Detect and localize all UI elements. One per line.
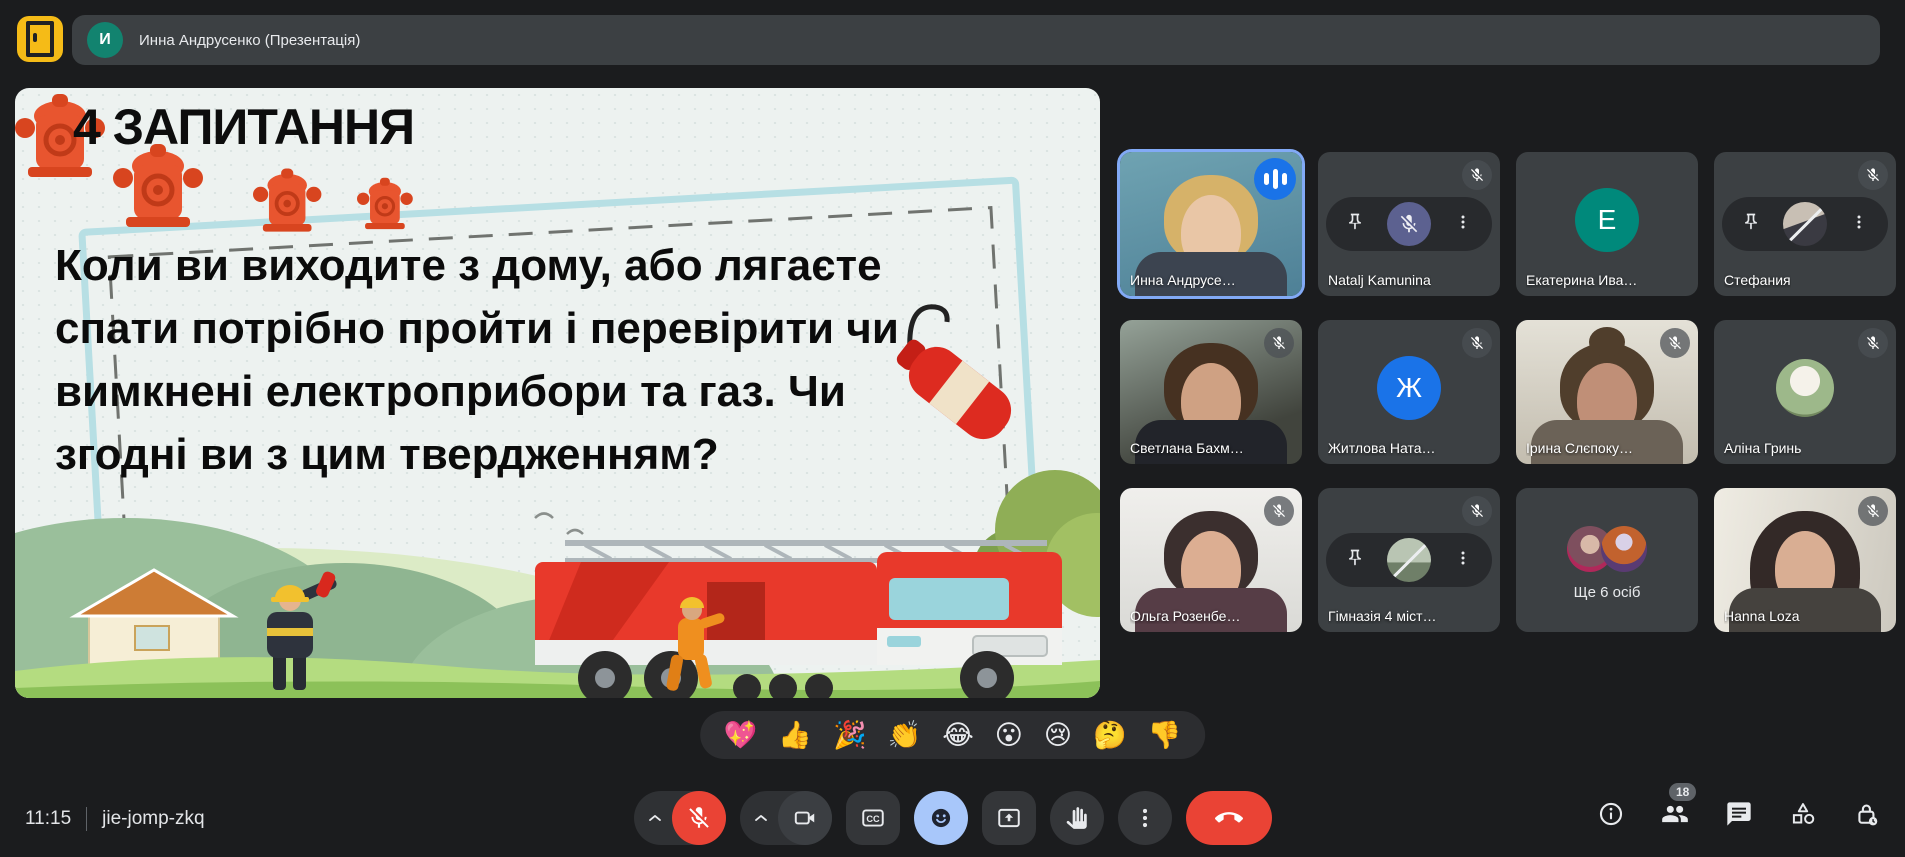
participant-tile[interactable]: Ольга Розенбе…	[1120, 488, 1302, 632]
top-bar: И Инна Андрусенко (Презентація)	[0, 0, 1905, 80]
avatar: Е	[1575, 188, 1639, 252]
participant-name: Екатерина Ива…	[1526, 272, 1637, 288]
reaction-emoji-button[interactable]: 🤔	[1093, 722, 1127, 749]
more-options-button[interactable]	[1118, 791, 1172, 845]
mic-options-chevron[interactable]	[638, 791, 672, 845]
meta-divider	[86, 807, 87, 831]
shared-presentation-slide: 4 ЗАПИТАННЯ Коли ви виходите з дому, або…	[15, 88, 1100, 698]
participant-name: Житлова Ната…	[1328, 440, 1436, 456]
avatar: Ж	[1377, 356, 1441, 420]
participant-name: Natalj Kamunina	[1328, 272, 1431, 288]
meeting-room-door-icon	[26, 21, 54, 57]
participant-tile[interactable]: Ще 6 осіб	[1516, 488, 1698, 632]
more-options-icon[interactable]	[1453, 212, 1473, 237]
meeting-room-button[interactable]	[17, 16, 63, 62]
reaction-emoji-button[interactable]: 👎	[1148, 722, 1182, 749]
participant-tile[interactable]: Аліна Гринь	[1714, 320, 1896, 464]
participant-tile[interactable]: Ірина Слєпоку…	[1516, 320, 1698, 464]
participant-name: Ірина Слєпоку…	[1526, 440, 1633, 456]
mic-off-icon	[1858, 496, 1888, 526]
participant-name: Светлана Бахм…	[1130, 440, 1244, 456]
end-call-button[interactable]	[1186, 791, 1272, 845]
reaction-emoji-button[interactable]: 👏	[888, 722, 922, 749]
raise-hand-button[interactable]	[1050, 791, 1104, 845]
camera-button[interactable]	[778, 791, 832, 845]
participant-tile[interactable]: Hanna Loza	[1714, 488, 1896, 632]
slide-title: 4 ЗАПИТАННЯ	[73, 98, 414, 156]
participant-name: Hanna Loza	[1724, 608, 1800, 624]
pin-icon[interactable]	[1345, 548, 1365, 573]
participant-name: Аліна Гринь	[1724, 440, 1801, 456]
reaction-emoji-button[interactable]: 💖	[724, 722, 758, 749]
mic-off-icon	[1264, 328, 1294, 358]
reactions-button[interactable]	[914, 791, 968, 845]
call-controls-bar: CC	[634, 791, 1272, 845]
meeting-details-button[interactable]	[1597, 800, 1625, 828]
reactions-bar: 💖 👍 🎉 👏 😂 😮 😢 🤔 👎	[700, 711, 1206, 759]
speaking-indicator-icon	[1254, 158, 1296, 200]
pin-icon[interactable]	[1741, 212, 1761, 237]
slide-body-text: Коли ви виходите з дому, або лягаєте спа…	[55, 234, 1095, 486]
avatar-mic-off-icon[interactable]	[1387, 202, 1431, 246]
panel-buttons: 18	[1597, 800, 1881, 828]
more-options-icon[interactable]	[1849, 212, 1869, 237]
participant-name: Гімназія 4 міст…	[1328, 608, 1437, 624]
mic-off-icon	[1858, 160, 1888, 190]
camera-control-group	[740, 791, 832, 845]
overflow-avatars	[1567, 526, 1647, 572]
mic-off-icon	[1462, 496, 1492, 526]
meeting-code: jie-jomp-zkq	[102, 808, 204, 830]
participant-count-badge: 18	[1669, 783, 1696, 801]
participant-tile[interactable]: Е Екатерина Ива…	[1516, 152, 1698, 296]
people-panel-button[interactable]: 18	[1661, 800, 1689, 828]
reaction-emoji-button[interactable]: 🎉	[833, 722, 867, 749]
participant-tile[interactable]: Гімназія 4 міст…	[1318, 488, 1500, 632]
mic-off-icon	[1264, 496, 1294, 526]
chat-panel-button[interactable]	[1725, 800, 1753, 828]
presenter-avatar: И	[87, 22, 123, 58]
mic-off-icon	[1660, 328, 1690, 358]
mic-off-icon	[1858, 328, 1888, 358]
mic-mute-button[interactable]	[672, 791, 726, 845]
reaction-emoji-button[interactable]: 😮	[995, 722, 1023, 749]
more-options-icon[interactable]	[1453, 548, 1473, 573]
participant-tile[interactable]: Инна Андрусе…	[1120, 152, 1302, 296]
activities-button[interactable]	[1789, 800, 1817, 828]
tile-hover-controls	[1722, 197, 1888, 251]
mic-control-group	[634, 791, 726, 845]
participant-name: Ольга Розенбе…	[1130, 608, 1240, 624]
participant-tile[interactable]: Ж Житлова Ната…	[1318, 320, 1500, 464]
present-button[interactable]	[982, 791, 1036, 845]
tile-hover-controls	[1326, 533, 1492, 587]
participant-name: Стефания	[1724, 272, 1791, 288]
mic-off-icon	[1462, 328, 1492, 358]
host-controls-button[interactable]	[1853, 800, 1881, 828]
reaction-emoji-button[interactable]: 😂	[942, 722, 974, 749]
reaction-emoji-button[interactable]: 😢	[1044, 722, 1072, 749]
participants-grid: Инна Андрусе… Natalj Kamunina Е Екатерина И…	[1120, 152, 1896, 632]
captions-button[interactable]: CC	[846, 791, 900, 845]
participant-name: Инна Андрусе…	[1130, 272, 1236, 288]
tile-hover-controls	[1326, 197, 1492, 251]
meeting-meta: 11:15 jie-jomp-zkq	[25, 807, 205, 831]
clock-time: 11:15	[25, 808, 71, 830]
pin-icon[interactable]	[1345, 212, 1365, 237]
overflow-count-label: Ще 6 осіб	[1574, 584, 1641, 601]
presenter-name: Инна Андрусенко (Презентація)	[139, 32, 360, 49]
participant-tile[interactable]: Стефания	[1714, 152, 1896, 296]
camera-options-chevron[interactable]	[744, 791, 778, 845]
presenter-chip[interactable]: И Инна Андрусенко (Презентація)	[72, 15, 1880, 65]
avatar	[1601, 526, 1647, 572]
avatar-mic-off-icon[interactable]	[1387, 538, 1431, 582]
avatar-mic-off-icon[interactable]	[1783, 202, 1827, 246]
avatar	[1776, 359, 1834, 417]
mic-off-icon	[1462, 160, 1492, 190]
reaction-emoji-button[interactable]: 👍	[778, 722, 812, 749]
participant-tile[interactable]: Светлана Бахм…	[1120, 320, 1302, 464]
svg-text:CC: CC	[866, 814, 880, 824]
participant-tile[interactable]: Natalj Kamunina	[1318, 152, 1500, 296]
